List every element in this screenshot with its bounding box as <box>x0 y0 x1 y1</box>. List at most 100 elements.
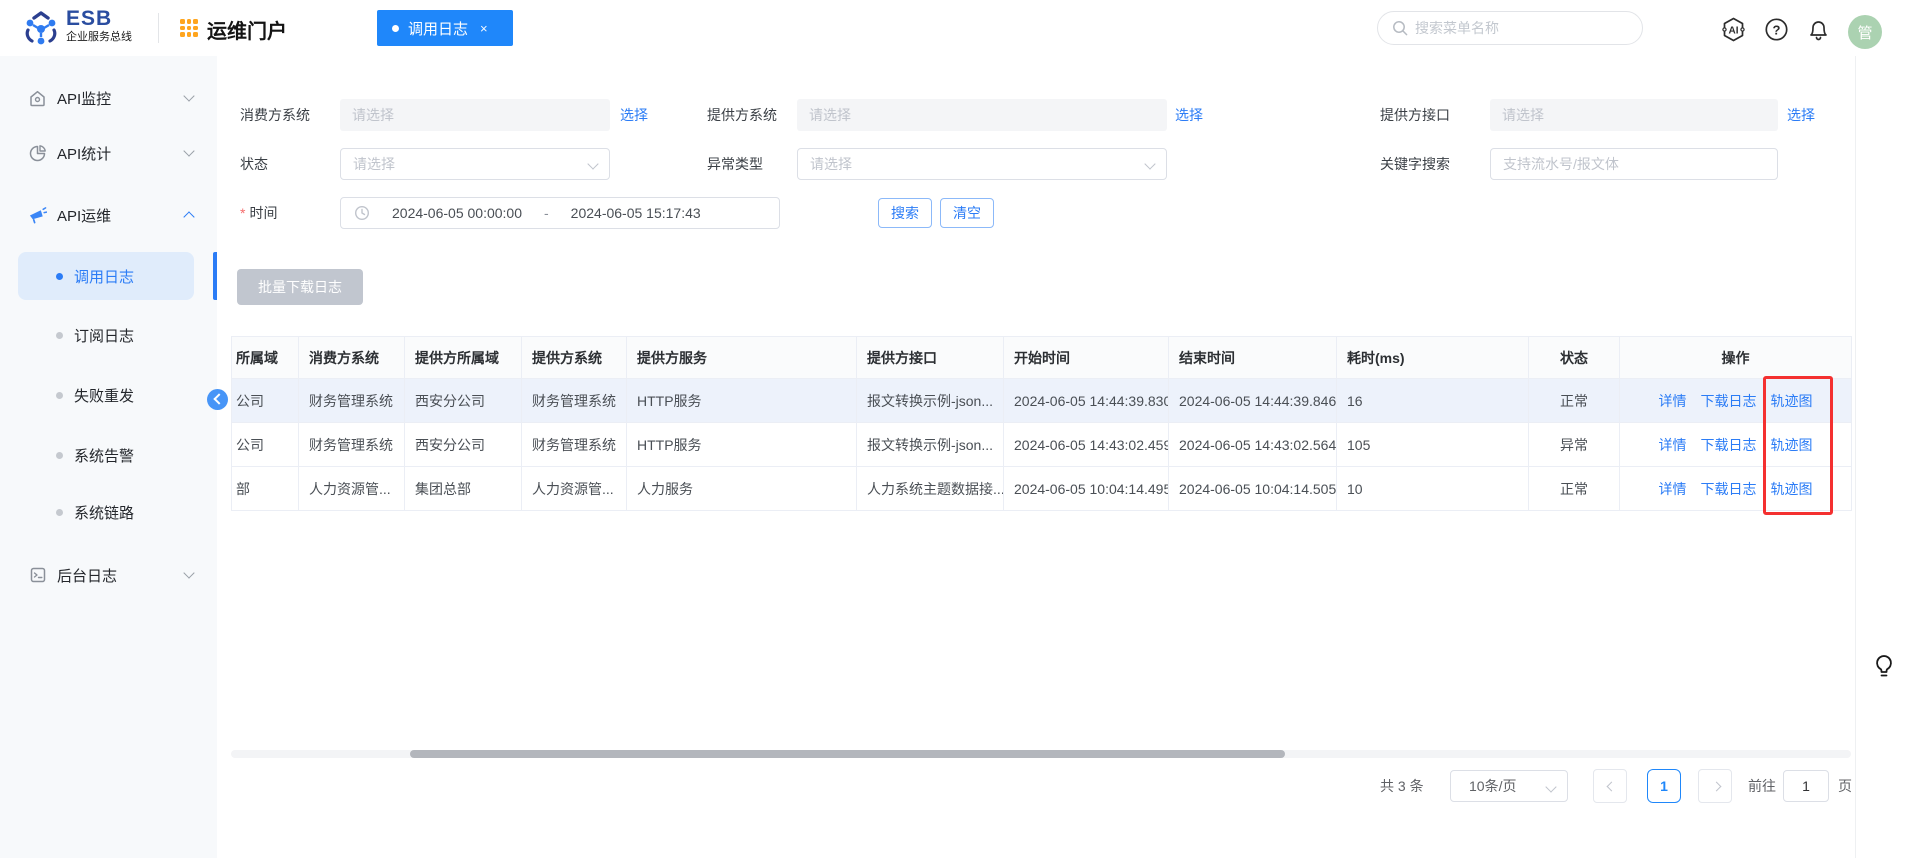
cell-consumer: 财务管理系统 <box>299 379 405 423</box>
table-row[interactable]: 公司 财务管理系统 西安分公司 财务管理系统 HTTP服务 报文转换示例-jso… <box>232 423 1852 467</box>
chevron-up-icon <box>183 211 194 222</box>
next-page-button[interactable] <box>1698 769 1732 803</box>
batch-download-button[interactable]: 批量下载日志 <box>237 269 363 305</box>
detail-link[interactable]: 详情 <box>1659 435 1687 455</box>
sidebar-collapse-button[interactable] <box>207 389 228 410</box>
home-icon <box>28 89 47 108</box>
consumer-system-input[interactable]: 请选择 <box>340 99 610 131</box>
tab-call-logs[interactable]: 调用日志 × <box>377 10 513 46</box>
provider-interface-pick-link[interactable]: 选择 <box>1787 99 1815 131</box>
sidebar-subitem-label: 失败重发 <box>74 385 134 406</box>
download-log-link[interactable]: 下载日志 <box>1701 435 1757 455</box>
sidebar-item-api-ops[interactable]: API运维 <box>0 193 217 237</box>
help-icon[interactable]: ? <box>1764 17 1789 47</box>
sidebar-subitem-retry[interactable]: 失败重发 <box>0 373 217 417</box>
keyword-label: 关键字搜索 <box>1380 148 1450 180</box>
cell-end-time: 2024-06-05 14:43:02.564 <box>1169 423 1337 467</box>
tab-close-icon[interactable]: × <box>480 21 488 36</box>
notification-bell-icon[interactable] <box>1806 17 1831 47</box>
provider-interface-input[interactable]: 请选择 <box>1490 99 1778 131</box>
col-consumer: 消费方系统 <box>299 337 405 379</box>
sidebar-item-label: API统计 <box>57 143 111 164</box>
detail-link[interactable]: 详情 <box>1659 391 1687 411</box>
cell-provider: 财务管理系统 <box>522 423 627 467</box>
chevron-down-icon <box>183 567 194 578</box>
status-select[interactable]: 请选择 <box>340 148 610 180</box>
provider-system-pick-link[interactable]: 选择 <box>1175 99 1203 131</box>
consumer-system-pick-link[interactable]: 选择 <box>620 99 648 131</box>
lightbulb-hint-icon[interactable] <box>1872 653 1896 686</box>
time-label: *时间 <box>240 197 277 229</box>
exception-type-select[interactable]: 请选择 <box>797 148 1167 180</box>
chevron-down-icon <box>183 145 194 156</box>
user-avatar[interactable]: 管 <box>1848 15 1882 49</box>
ai-assistant-icon[interactable]: AI <box>1720 16 1747 48</box>
chevron-down-icon <box>183 90 194 101</box>
download-log-link[interactable]: 下载日志 <box>1701 391 1757 411</box>
clear-button[interactable]: 清空 <box>940 198 994 228</box>
detail-link[interactable]: 详情 <box>1659 479 1687 499</box>
col-interface: 提供方接口 <box>857 337 1004 379</box>
portal-grid-icon <box>180 19 198 37</box>
trace-map-link[interactable]: 轨迹图 <box>1771 391 1813 411</box>
bullet-dot-icon <box>56 392 63 399</box>
sidebar-item-api-monitor[interactable]: API监控 <box>0 76 217 120</box>
chevron-down-icon <box>587 158 598 169</box>
cell-provider: 人力资源管... <box>522 467 627 511</box>
bullet-dot-icon <box>56 332 63 339</box>
consumer-system-placeholder: 请选择 <box>352 105 394 125</box>
trace-map-link[interactable]: 轨迹图 <box>1771 435 1813 455</box>
table-row[interactable]: 部 人力资源管... 集团总部 人力资源管... 人力服务 人力系统主题数据接.… <box>232 467 1852 511</box>
cell-provider: 财务管理系统 <box>522 379 627 423</box>
status-badge: 异常 <box>1529 423 1620 467</box>
logo-title: ESB <box>66 8 132 30</box>
page-size-select[interactable]: 10条/页 <box>1450 770 1568 802</box>
bullet-dot-icon <box>56 273 63 280</box>
cell-cost: 105 <box>1337 423 1529 467</box>
pagination-total: 共 3 条 <box>1380 768 1424 804</box>
sidebar-item-label: API运维 <box>57 205 111 226</box>
trace-map-link[interactable]: 轨迹图 <box>1771 479 1813 499</box>
search-button[interactable]: 搜索 <box>878 198 932 228</box>
clock-icon <box>354 205 370 221</box>
sidebar-item-backend-logs[interactable]: 后台日志 <box>0 553 217 597</box>
logo-subtitle: 企业服务总线 <box>66 30 132 44</box>
col-end-time: 结束时间 <box>1169 337 1337 379</box>
menu-search-input[interactable]: 搜索菜单名称 <box>1377 11 1643 45</box>
time-end-value[interactable]: 2024-06-05 15:17:43 <box>571 205 701 221</box>
sidebar-subitem-call-logs[interactable]: 调用日志 <box>0 254 217 298</box>
sidebar-subitem-label: 调用日志 <box>74 266 134 287</box>
cell-end-time: 2024-06-05 10:04:14.505 <box>1169 467 1337 511</box>
logo-text: ESB 企业服务总线 <box>66 8 132 44</box>
keyword-input[interactable]: 支持流水号/报文体 <box>1490 148 1778 180</box>
cell-provider-domain: 集团总部 <box>405 467 522 511</box>
cell-service: HTTP服务 <box>627 379 857 423</box>
horizontal-scrollbar-thumb[interactable] <box>410 750 1285 758</box>
goto-page-input[interactable] <box>1783 770 1829 802</box>
prev-page-button[interactable] <box>1593 769 1627 803</box>
cell-consumer: 人力资源管... <box>299 467 405 511</box>
cell-provider-domain: 西安分公司 <box>405 423 522 467</box>
time-range-picker[interactable]: 2024-06-05 00:00:00 - 2024-06-05 15:17:4… <box>340 197 780 229</box>
time-separator: - <box>544 205 549 221</box>
provider-system-input[interactable]: 请选择 <box>797 99 1167 131</box>
table-row[interactable]: 公司 财务管理系统 西安分公司 财务管理系统 HTTP服务 报文转换示例-jso… <box>232 379 1852 423</box>
download-log-link[interactable]: 下载日志 <box>1701 479 1757 499</box>
sidebar-subitem-system-alerts[interactable]: 系统告警 <box>0 433 217 477</box>
col-actions: 操作 <box>1620 337 1852 379</box>
cell-service: 人力服务 <box>627 467 857 511</box>
svg-text:AI: AI <box>1729 26 1739 37</box>
sidebar-item-label: API监控 <box>57 88 111 109</box>
sidebar-subitem-subscribe-logs[interactable]: 订阅日志 <box>0 313 217 357</box>
col-start-time: 开始时间 <box>1004 337 1169 379</box>
keyword-placeholder: 支持流水号/报文体 <box>1503 154 1619 174</box>
sidebar-item-api-stats[interactable]: API统计 <box>0 131 217 175</box>
horizontal-scrollbar-track <box>231 750 1851 758</box>
consumer-system-label: 消费方系统 <box>240 99 310 131</box>
time-start-value[interactable]: 2024-06-05 00:00:00 <box>392 205 522 221</box>
esb-logo-icon <box>22 10 60 53</box>
col-provider-domain: 提供方所属域 <box>405 337 522 379</box>
current-page-button[interactable]: 1 <box>1647 769 1681 803</box>
sidebar-subitem-system-links[interactable]: 系统链路 <box>0 490 217 534</box>
sidebar-nav: API监控 API统计 API运维 调用日志 订阅日志 <box>0 56 217 858</box>
